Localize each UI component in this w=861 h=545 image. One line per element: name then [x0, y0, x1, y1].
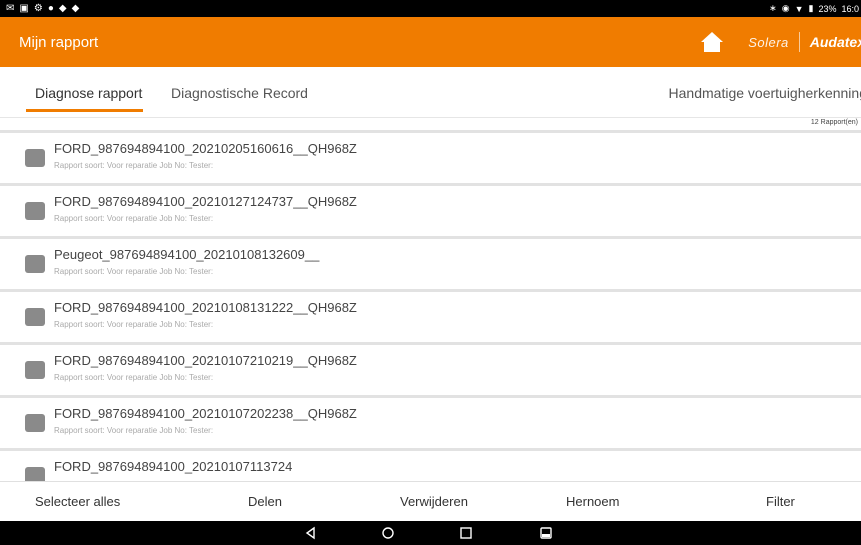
- battery-icon: ▮: [808, 3, 814, 13]
- status-bar: ✉ ▣ ⚙ ● ◆ ◆ ∗ ◉ ▼ ▮ 23% 16:0: [0, 0, 861, 17]
- checkbox[interactable]: [25, 467, 45, 481]
- report-subtitle: Rapport soort: Voor reparatie Job No: Te…: [54, 426, 214, 435]
- manual-vehicle-identification-button[interactable]: Handmatige voertuigherkenning: [669, 85, 861, 101]
- tab-bar: Diagnose rapport Diagnostische Record Ha…: [0, 67, 861, 117]
- report-subtitle: Rapport soort: Voor reparatie Job No: Te…: [54, 373, 214, 382]
- report-subtitle: Rapport soort: Voor reparatie Job No: Te…: [54, 214, 214, 223]
- list-item[interactable]: FORD_987694894100_20210108131222__QH968Z…: [0, 289, 861, 342]
- report-subtitle: Rapport soort: Voor reparatie Job No: Te…: [54, 267, 214, 276]
- report-count-bar: 12 Rapport(en): [0, 117, 861, 130]
- home-nav-icon[interactable]: [380, 525, 396, 541]
- status-right: ∗ ◉ ▼ ▮ 23% 16:0: [769, 0, 859, 17]
- report-subtitle: Rapport soort: Voor reparatie Job No: Te…: [54, 320, 214, 329]
- list-item[interactable]: FORD_987694894100_20210107210219__QH968Z…: [0, 342, 861, 395]
- list-item[interactable]: FORD_987694894100_20210205160616__QH968Z…: [0, 130, 861, 183]
- report-list[interactable]: FORD_987694894100_20210205160616__QH968Z…: [0, 130, 861, 481]
- app-bar-actions: Solera Audatex: [700, 17, 861, 67]
- screen: ✉ ▣ ⚙ ● ◆ ◆ ∗ ◉ ▼ ▮ 23% 16:0 Mijn rappor…: [0, 0, 861, 545]
- filter-button[interactable]: Filter: [766, 494, 795, 509]
- solera-logo: Solera: [748, 34, 789, 50]
- data-icon: ◉: [781, 3, 790, 13]
- clock: 16:0: [841, 3, 859, 14]
- bluetooth-icon: ∗: [769, 3, 777, 13]
- report-title: FORD_987694894100_20210127124737__QH968Z: [54, 194, 357, 209]
- checkbox[interactable]: [25, 202, 45, 220]
- home-icon[interactable]: [700, 31, 724, 53]
- report-title: FORD_987694894100_20210205160616__QH968Z: [54, 141, 357, 156]
- list-item[interactable]: FORD_987694894100_20210107113724: [0, 448, 861, 481]
- checkbox[interactable]: [25, 361, 45, 379]
- list-item[interactable]: FORD_987694894100_20210107202238__QH968Z…: [0, 395, 861, 448]
- mail-icon: ✉: [6, 2, 15, 14]
- select-all-button[interactable]: Selecteer alles: [35, 494, 120, 509]
- page-title: Mijn rapport: [19, 33, 99, 51]
- share-button[interactable]: Delen: [248, 494, 282, 509]
- list-item[interactable]: FORD_987694894100_20210127124737__QH968Z…: [0, 183, 861, 236]
- app-bar: Mijn rapport Solera Audatex: [0, 17, 861, 67]
- logo-divider: [798, 32, 800, 52]
- back-icon[interactable]: [303, 525, 319, 541]
- report-title: FORD_987694894100_20210107202238__QH968Z: [54, 406, 357, 421]
- wifi-icon: ▼: [794, 3, 804, 14]
- shield-icon: ◆: [71, 2, 80, 14]
- bottom-action-bar: Selecteer alles Delen Verwijderen Hernoe…: [0, 481, 861, 521]
- report-title: FORD_987694894100_20210107113724: [54, 459, 293, 474]
- checkbox[interactable]: [25, 308, 45, 326]
- delete-button[interactable]: Verwijderen: [400, 494, 468, 509]
- audatex-logo: Audatex: [809, 34, 861, 50]
- screenshot-icon[interactable]: [538, 525, 554, 541]
- report-subtitle: Rapport soort: Voor reparatie Job No: Te…: [54, 161, 214, 170]
- image-icon: ▣: [19, 2, 29, 14]
- recents-icon[interactable]: [458, 525, 474, 541]
- report-title: FORD_987694894100_20210108131222__QH968Z: [54, 300, 357, 315]
- status-icons: ✉ ▣ ⚙ ● ◆ ◆: [0, 2, 80, 14]
- report-title: FORD_987694894100_20210107210219__QH968Z: [54, 353, 357, 368]
- report-title: Peugeot_987694894100_20210108132609__: [54, 247, 320, 262]
- tab-diagnose-rapport[interactable]: Diagnose rapport: [35, 85, 142, 101]
- vpn-icon: ◆: [58, 2, 67, 14]
- battery-level: 23%: [818, 3, 837, 14]
- report-count: 12 Rapport(en): [810, 119, 858, 126]
- checkbox[interactable]: [25, 149, 45, 167]
- settings-icon: ⚙: [33, 2, 43, 14]
- list-item[interactable]: Peugeot_987694894100_20210108132609__ Ra…: [0, 236, 861, 289]
- active-tab-indicator: [26, 109, 143, 112]
- person-icon: ●: [47, 2, 54, 14]
- checkbox[interactable]: [25, 255, 45, 273]
- rename-button[interactable]: Hernoem: [566, 494, 619, 509]
- tab-diagnostische-record[interactable]: Diagnostische Record: [171, 85, 308, 101]
- navigation-bar: [0, 521, 861, 545]
- checkbox[interactable]: [25, 414, 45, 432]
